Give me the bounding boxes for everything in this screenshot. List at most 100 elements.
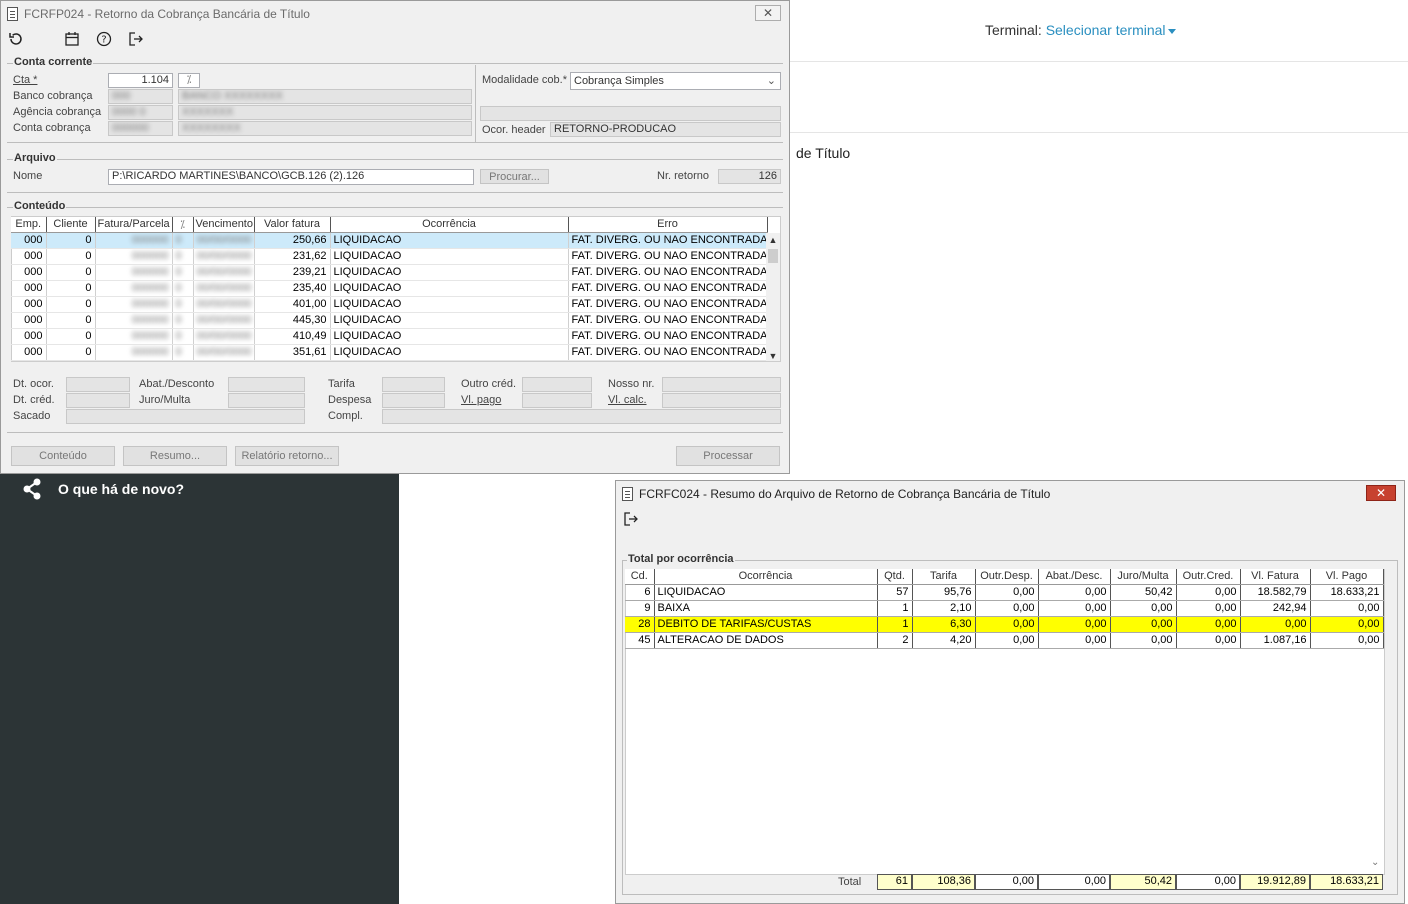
main-window-titlebar[interactable]: FCRFP024 - Retorno da Cobrança Bancária … (1, 1, 789, 27)
dark-sidebar (0, 474, 399, 904)
vencimento-cell: 00/00/0000 (193, 296, 255, 313)
vencimento-cell: 00/00/0000 (193, 264, 255, 281)
fatura-flag-cell: 0 (172, 328, 194, 345)
total-por-ocorrencia-label: Total por ocorrência (627, 553, 735, 565)
conteudo-button[interactable]: Conteúdo (11, 446, 115, 466)
table-row[interactable]: 000 0 000000 0 00/00/0000 239,21 LIQUIDACAO FAT… (11, 264, 768, 281)
table-row[interactable]: 000 0 000000 0 00/00/0000 401,00 LIQUIDACAO FAT… (11, 296, 768, 313)
erro-cell: FAT. DIVERG. OU NAO ENCONTRADA (568, 264, 768, 281)
scroll-thumb[interactable] (768, 249, 778, 263)
table-row[interactable]: 6 LIQUIDACAO 57 95,76 0,00 0,00 50,42 0,00 18.58… (625, 584, 1384, 601)
table-row[interactable]: 000 0 000000 0 00/00/0000 231,62 LIQUIDACAO FAT… (11, 248, 768, 265)
table-row[interactable]: 45 ALTERACAO DE DADOS 2 4,20 0,00 0,00 0,00 0,0… (625, 632, 1384, 649)
table-row[interactable]: 000 0 000000 0 00/00/0000 445,30 LIQUIDACAO FAT… (11, 312, 768, 329)
conteudo-label: Conteúdo (13, 200, 67, 212)
whats-new-item[interactable]: O que há de novo? (22, 478, 184, 500)
modalidade-select[interactable]: Cobrança Simples ⌄ (570, 72, 781, 90)
refresh-icon[interactable] (7, 30, 25, 48)
ocorrencia-cell: LIQUIDACAO (330, 264, 569, 281)
calendar-icon[interactable] (63, 30, 81, 48)
processar-button[interactable]: Processar (676, 446, 780, 466)
ocorrencia-cell: ALTERACAO DE DADOS (654, 632, 878, 649)
col-vl-fatura[interactable]: Vl. Fatura (1240, 569, 1311, 585)
exit-icon[interactable] (127, 30, 145, 48)
chevron-down-icon[interactable]: ⌄ (1371, 857, 1379, 868)
help-icon[interactable]: ? (95, 30, 113, 48)
cliente-cell: 0 (46, 344, 96, 361)
select-terminal-link[interactable]: Selecionar terminal (1046, 22, 1166, 38)
relatorio-retorno-button[interactable]: Relatório retorno... (235, 446, 339, 466)
vencimento-cell: 00/00/0000 (193, 248, 255, 265)
ocorrencia-cell: LIQUIDACAO (330, 344, 569, 361)
table-row[interactable]: 000 0 000000 0 00/00/0000 235,40 LIQUIDACAO FAT… (11, 280, 768, 297)
col-vencimento[interactable]: Vencimento (193, 217, 255, 233)
outr-desp-cell: 0,00 (975, 632, 1039, 649)
juro-multa-cell: 50,42 (1110, 584, 1177, 601)
valor-fatura-cell: 401,00 (254, 296, 331, 313)
col-juro-multa[interactable]: Juro/Multa (1110, 569, 1177, 585)
summary-window-titlebar[interactable]: FCRFC024 - Resumo do Arquivo de Retorno … (616, 481, 1404, 507)
outr-cred-cell: 0,00 (1176, 616, 1241, 633)
table-row[interactable]: 28 DEBITO DE TARIFAS/CUSTAS 1 6,30 0,00 0,00 0… (625, 616, 1384, 633)
conteudo-scrollbar[interactable]: ▲ ▼ (766, 233, 780, 361)
col-erro[interactable]: Erro (568, 217, 768, 233)
total-tarifa-field: 108,36 (912, 874, 975, 890)
erro-cell: FAT. DIVERG. OU NAO ENCONTRADA (568, 312, 768, 329)
table-row[interactable]: 000 0 000000 0 00/00/0000 410,49 LIQUIDACAO FAT… (11, 328, 768, 345)
abat-desc-cell: 0,00 (1038, 616, 1111, 633)
juro-multa-cell: 0,00 (1110, 632, 1177, 649)
caret-down-icon[interactable] (1167, 28, 1176, 34)
chevron-down-icon[interactable]: ▼ (766, 349, 780, 363)
close-button[interactable]: ✕ (755, 5, 781, 21)
dt-cred-label: Dt. créd. (13, 394, 55, 406)
erro-cell: FAT. DIVERG. OU NAO ENCONTRADA (568, 280, 768, 297)
tarifa-cell: 6,30 (912, 616, 976, 633)
col-qtd[interactable]: Qtd. (877, 569, 913, 585)
col-emp[interactable]: Emp. (11, 217, 47, 233)
vl-calc-label: Vl. calc. (608, 394, 647, 406)
col-outr-desp[interactable]: Outr.Desp. (975, 569, 1039, 585)
cta-lookup-button[interactable]: ⁒ (178, 73, 200, 88)
ocor-header-field: RETORNO-PRODUCAO (550, 122, 781, 137)
table-row[interactable]: 000 0 000000 0 00/00/0000 250,66 LIQUIDACAO FAT… (11, 232, 768, 249)
resumo-button[interactable]: Resumo... (123, 446, 227, 466)
conta-corrente-label: Conta corrente (13, 56, 94, 68)
col-cd[interactable]: Cd. (625, 569, 655, 585)
cd-cell: 28 (625, 616, 655, 633)
nome-input[interactable]: P:\RICARDO MARTINES\BANCO\GCB.126 (2).12… (108, 169, 474, 185)
procurar-button[interactable]: Procurar... (480, 169, 549, 184)
col-tarifa[interactable]: Tarifa (912, 569, 976, 585)
vl-pago-cell: 0,00 (1310, 600, 1384, 617)
total-label: Total (838, 876, 862, 888)
ocor-header-label: Ocor. header (482, 124, 546, 136)
outr-desp-cell: 0,00 (975, 584, 1039, 601)
table-row[interactable]: 9 BAIXA 1 2,10 0,00 0,00 0,00 0,00 242,94 0,00 (625, 600, 1384, 617)
whats-new-label: O que há de novo? (58, 481, 185, 497)
cta-input[interactable]: 1.104 (108, 73, 173, 88)
col-ocorrencia[interactable]: Ocorrência (330, 217, 569, 233)
col-cliente[interactable]: Cliente (46, 217, 96, 233)
col-icon[interactable]: ⁒ (172, 217, 194, 233)
table-row[interactable]: 000 0 000000 0 00/00/0000 351,61 LIQUIDACAO FAT… (11, 344, 768, 361)
ocorrencia-cell: LIQUIDACAO (330, 248, 569, 265)
summary-window-title: FCRFC024 - Resumo do Arquivo de Retorno … (639, 487, 1051, 501)
emp-cell: 000 (11, 280, 47, 297)
cliente-cell: 0 (46, 264, 96, 281)
col-ocorrencia[interactable]: Ocorrência (654, 569, 878, 585)
nosso-nr-label: Nosso nr. (608, 378, 655, 390)
summary-window: FCRFC024 - Resumo do Arquivo de Retorno … (615, 480, 1405, 904)
abat-desc-cell: 0,00 (1038, 600, 1111, 617)
close-button[interactable]: ✕ (1366, 485, 1396, 501)
main-window-title: FCRFP024 - Retorno da Cobrança Bancária … (24, 7, 310, 21)
cta-label: Cta * (13, 74, 38, 86)
col-vl-pago[interactable]: Vl. Pago (1310, 569, 1384, 585)
col-outr-cred[interactable]: Outr.Cred. (1176, 569, 1241, 585)
exit-icon[interactable] (622, 510, 640, 528)
total-abat-desc-field: 0,00 (1038, 874, 1110, 890)
tarifa-cell: 4,20 (912, 632, 976, 649)
col-valor-fatura[interactable]: Valor fatura (254, 217, 331, 233)
col-fatura-parcela[interactable]: Fatura/Parcela (95, 217, 173, 233)
cd-cell: 45 (625, 632, 655, 649)
col-abat-desc[interactable]: Abat./Desc. (1038, 569, 1111, 585)
chevron-up-icon[interactable]: ▲ (766, 233, 780, 247)
